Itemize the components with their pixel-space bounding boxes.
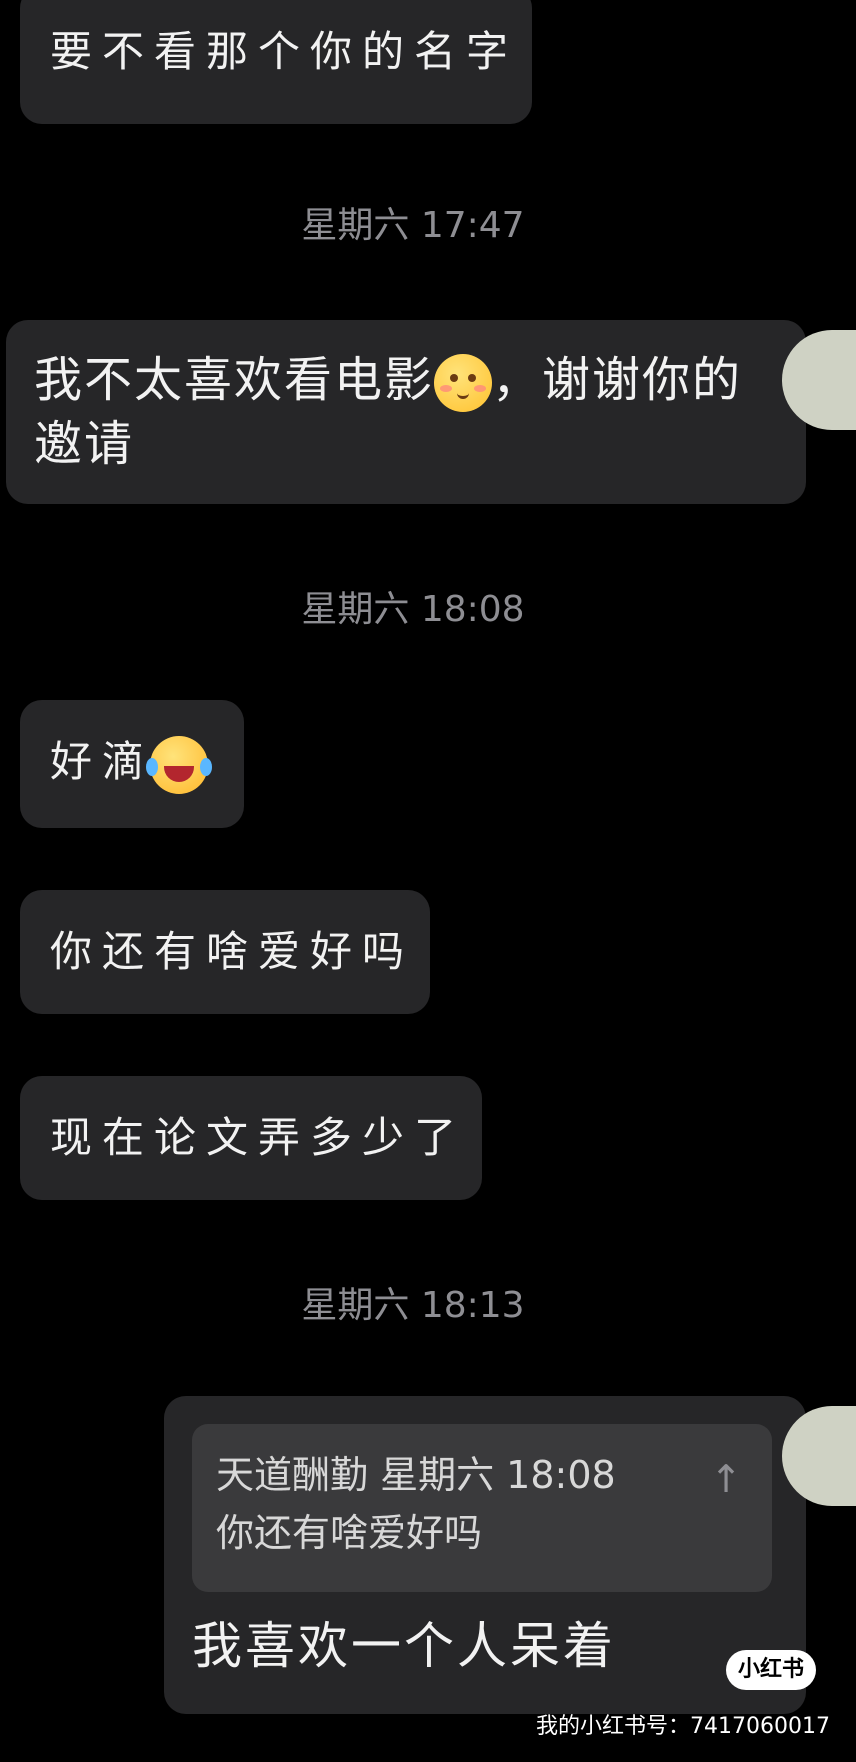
watermark-text: 我的小红书号：7417060017 — [536, 1714, 830, 1739]
quoted-message[interactable]: 天道酬勤 星期六 18:08 你还有啥爱好吗 ↑ — [192, 1424, 772, 1592]
message-bubble[interactable]: 好滴 — [20, 700, 244, 828]
message-text: 我喜欢一个人呆着 — [192, 1617, 616, 1675]
tears-of-joy-icon — [146, 736, 213, 794]
message-text: 你还有啥爱好吗 — [50, 927, 415, 976]
watermark-logo: 小红书 — [726, 1650, 816, 1690]
message-bubble[interactable]: 我不太喜欢看电影 ，谢谢你的邀请 — [6, 320, 806, 504]
timestamp: 星期六 17:47 — [301, 205, 525, 246]
quote-header: 天道酬勤 星期六 18:08 — [216, 1453, 616, 1497]
quote-text: 你还有啥爱好吗 — [216, 1511, 483, 1555]
message-text: 好滴 — [50, 737, 155, 786]
message-text: 现在论文弄多少了 — [50, 1113, 467, 1162]
shy-face-icon — [434, 354, 493, 412]
timestamp: 星期六 18:13 — [301, 1285, 525, 1326]
timestamp: 星期六 18:08 — [301, 589, 525, 630]
message-bubble[interactable]: 要不看那个你的名字 — [20, 0, 532, 124]
reply-bubble[interactable]: 天道酬勤 星期六 18:08 你还有啥爱好吗 ↑ 我喜欢一个人呆着 — [164, 1396, 806, 1714]
message-bubble[interactable]: 你还有啥爱好吗 — [20, 890, 430, 1014]
message-bubble[interactable]: 现在论文弄多少了 — [20, 1076, 482, 1200]
scroll-to-top-icon[interactable]: ↑ — [710, 1450, 742, 1508]
message-text: 我不太喜欢看电影 — [34, 352, 435, 408]
message-text: 要不看那个你的名字 — [50, 27, 519, 76]
